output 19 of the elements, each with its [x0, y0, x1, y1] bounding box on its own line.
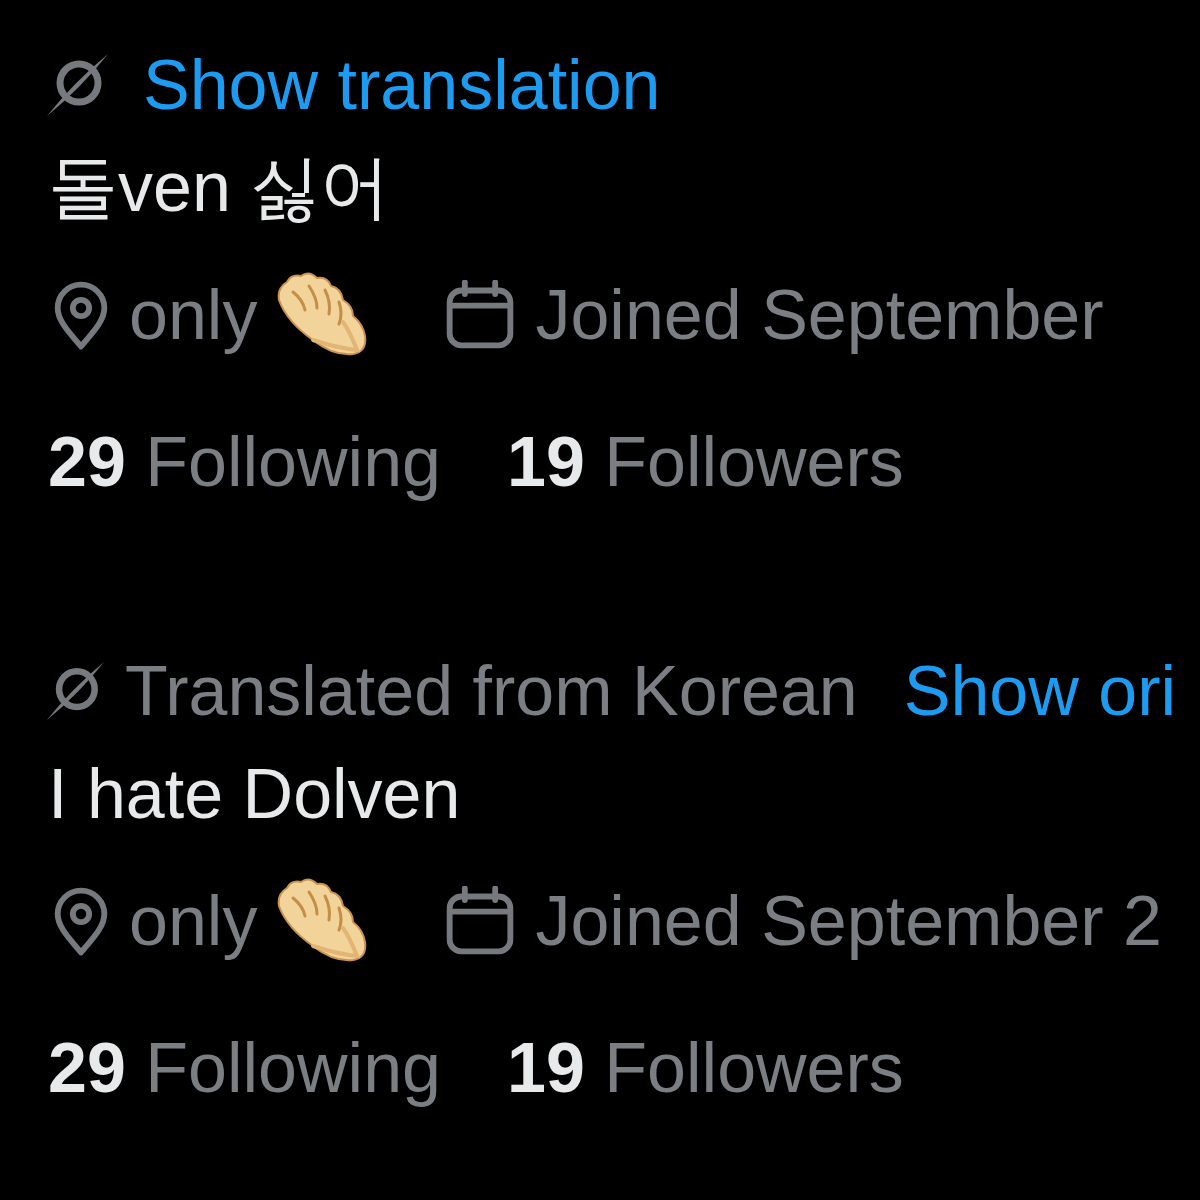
- location-pin-icon: [53, 280, 109, 350]
- profile-bio: 돌ven 싫어: [47, 147, 392, 228]
- stat-link[interactable]: 29 Following: [48, 422, 441, 502]
- calendar-icon: [445, 886, 516, 956]
- translate-icon: [45, 661, 105, 721]
- translation-note: Translated from Korean: [125, 651, 858, 731]
- location-text: only: [129, 881, 258, 961]
- location-pin-icon: [53, 886, 109, 956]
- translate-icon: [45, 53, 109, 117]
- show-translation-link[interactable]: Show translation: [143, 45, 661, 125]
- stat-link[interactable]: 29 Following: [48, 1028, 441, 1108]
- joined-date: Joined September 2: [535, 881, 1162, 961]
- calendar-icon: [445, 280, 516, 350]
- profile-bio: I hate Dolven: [47, 754, 462, 835]
- stat-link[interactable]: 19 Followers: [507, 1028, 904, 1108]
- joined-date: Joined September: [535, 275, 1104, 355]
- location-text: only: [129, 275, 258, 355]
- stat-link[interactable]: 19 Followers: [507, 422, 904, 502]
- show-original-link[interactable]: Show ori: [903, 651, 1177, 731]
